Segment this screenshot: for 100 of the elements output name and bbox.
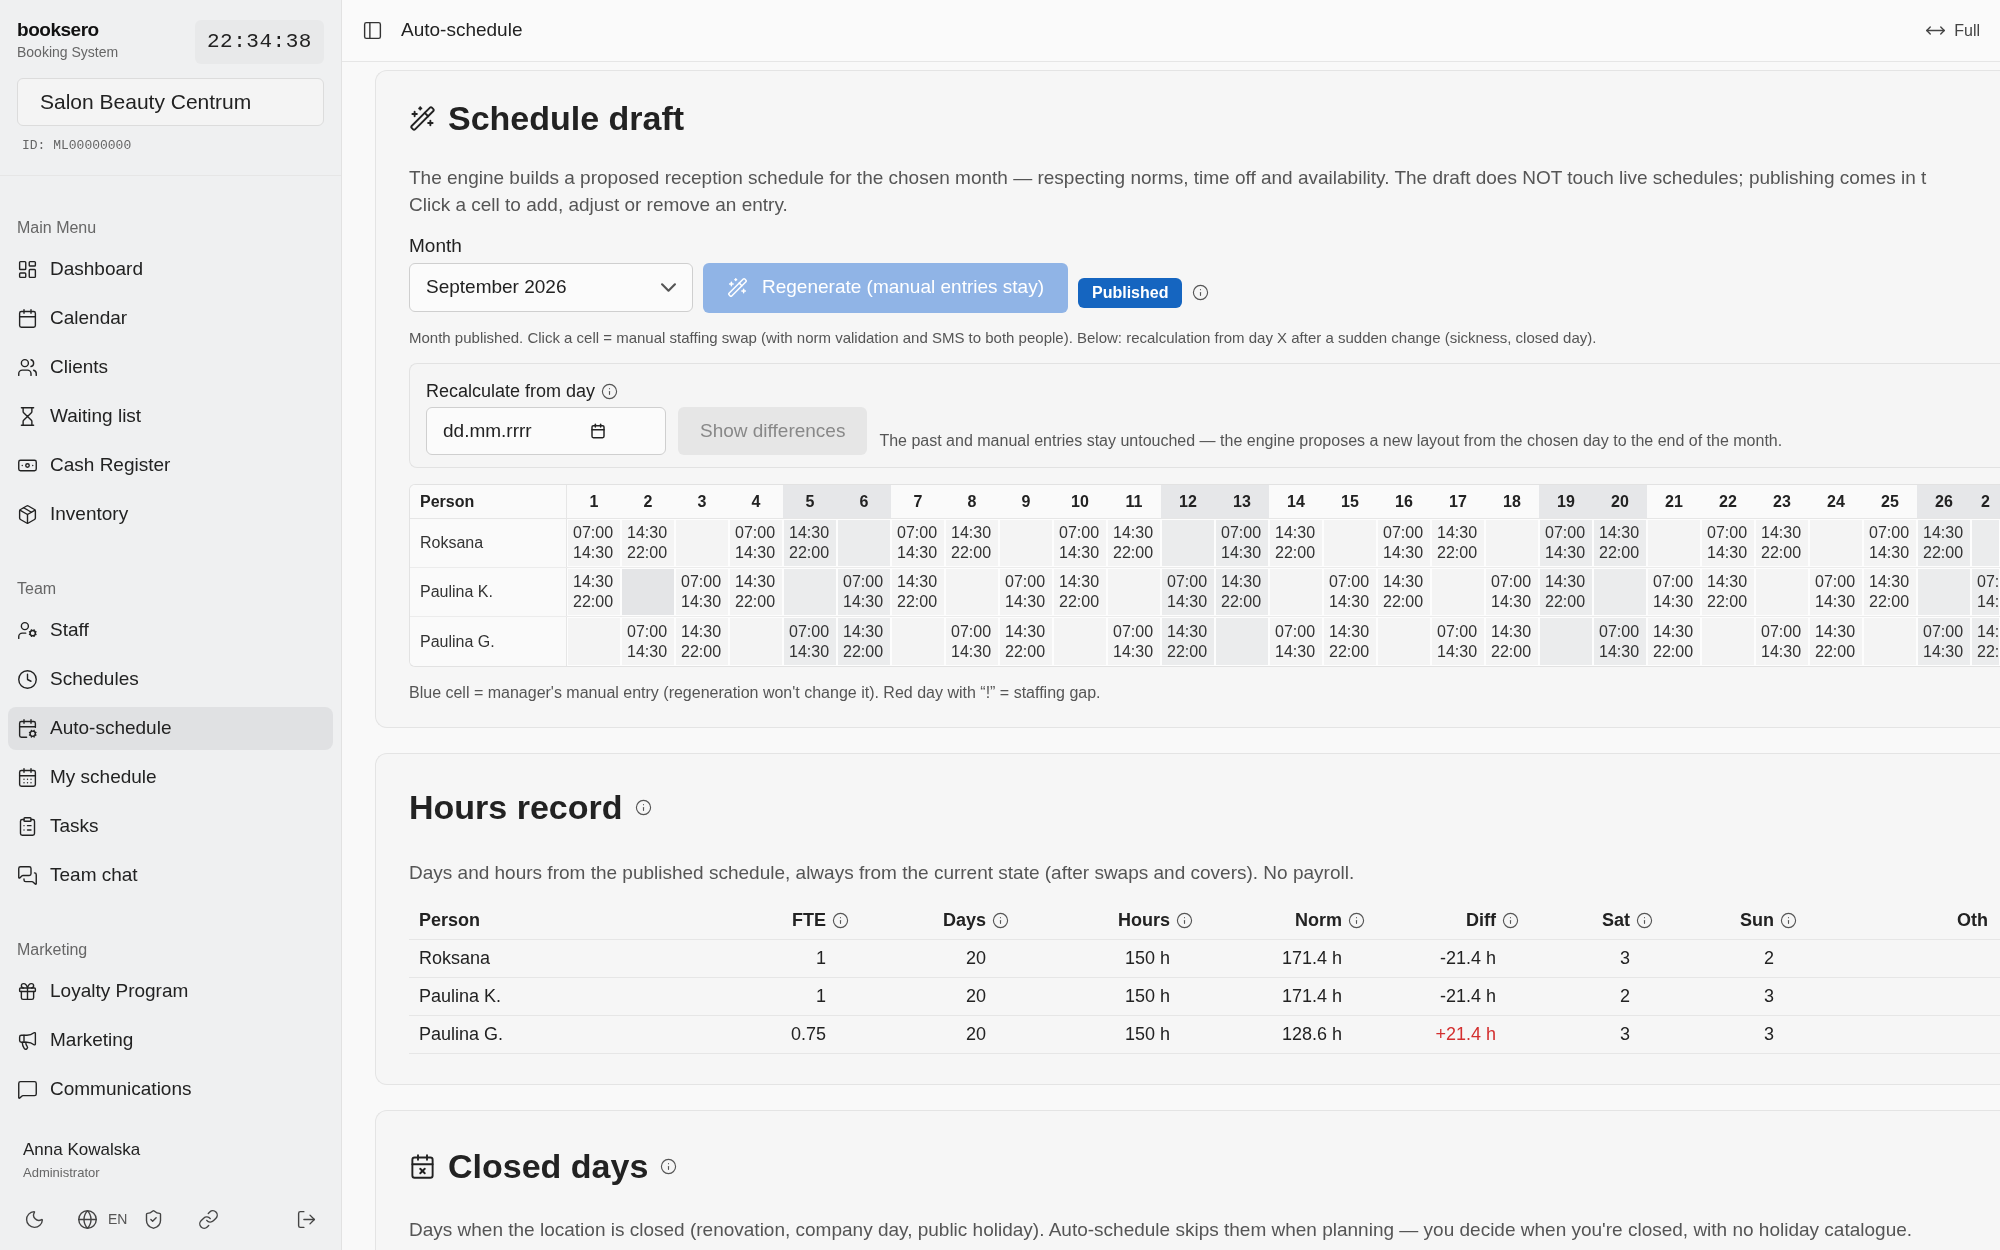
shift-cell[interactable]: 14: 22: [1971, 617, 2000, 666]
info-icon[interactable] [1176, 911, 1193, 929]
nav-item[interactable]: Marketing [8, 1019, 333, 1062]
shift-cell[interactable]: 07:00 14:30 [783, 617, 837, 666]
shift-cell[interactable]: 07:00 14:30 [1053, 519, 1107, 567]
section-heading: Team [16, 579, 58, 599]
info-icon[interactable] [660, 1157, 678, 1175]
full-width-button[interactable]: Full [1925, 18, 1980, 43]
calendar-icon [17, 308, 38, 329]
shift-cell[interactable]: 14:30 22:00 [1593, 519, 1647, 567]
shift-cell[interactable]: 14:30 22:00 [1485, 617, 1539, 666]
shift-cell[interactable]: 14:30 22:00 [1053, 568, 1107, 616]
nav-item[interactable]: Dashboard [8, 248, 333, 291]
shift-cell[interactable]: 07:00 14:30 [1485, 568, 1539, 616]
shift-cell[interactable]: 14:30 22:00 [1701, 568, 1755, 616]
calendar-icon[interactable] [590, 423, 606, 439]
shift-cell[interactable]: 14:30 22:00 [1917, 519, 1971, 567]
shift-cell[interactable]: 07:00 14:30 [945, 617, 999, 666]
nav-item[interactable]: Calendar [8, 297, 333, 340]
nav-item[interactable]: Schedules [8, 658, 333, 701]
table-cell-text: 150 h [1124, 946, 1170, 970]
shift-cell[interactable]: 07:00 14:30 [1647, 568, 1701, 616]
info-icon[interactable] [992, 911, 1009, 929]
theme-toggle-icon[interactable] [24, 1208, 45, 1230]
shift-cell[interactable]: 14:30 22:00 [945, 519, 999, 567]
logout-icon[interactable] [296, 1208, 317, 1230]
month-select[interactable]: September 2026 [409, 263, 693, 312]
nav-item[interactable]: Loyalty Program [8, 970, 333, 1013]
shift-cell[interactable]: 14:30 22:00 [1161, 617, 1215, 666]
shift-cell[interactable]: 14:30 22:00 [567, 568, 621, 616]
info-icon[interactable] [634, 799, 652, 816]
shift-cell[interactable]: 07:00 14:30 [837, 568, 891, 616]
nav-item[interactable]: Communications [8, 1068, 333, 1111]
shift-cell[interactable]: 14:30 22:00 [1863, 568, 1917, 616]
magic-wand-icon [409, 105, 436, 132]
shift-cell[interactable]: 14:30 22:00 [1647, 617, 1701, 666]
table-cell-text: 3 [1764, 1022, 1774, 1046]
nav-item[interactable]: Tasks [8, 805, 333, 848]
shift-cell[interactable]: 07:00 14:30 [621, 617, 675, 666]
shift-cell[interactable]: 07:00 14:30 [1269, 617, 1323, 666]
shift-cell[interactable]: 07:00 14:30 [1701, 519, 1755, 567]
shift-cell[interactable]: 14:30 22:00 [891, 568, 945, 616]
shift-cell[interactable]: 14:30 22:00 [729, 568, 783, 616]
nav-item[interactable]: My schedule [8, 756, 333, 799]
shift-cell[interactable]: 07:00 14:30 [999, 568, 1053, 616]
info-icon[interactable] [832, 911, 849, 929]
shift-cell[interactable]: 07:00 14:30 [1107, 617, 1161, 666]
info-icon[interactable] [1636, 911, 1653, 929]
shift-cell[interactable]: 14:30 22:00 [1755, 519, 1809, 567]
globe-icon[interactable] [77, 1208, 98, 1230]
shift-cell[interactable]: 14:30 22:00 [999, 617, 1053, 666]
shift-cell[interactable]: 14:30 22:00 [1269, 519, 1323, 567]
table-cell-text: 128.6 h [1281, 1022, 1342, 1046]
nav-item[interactable]: Auto-schedule [8, 707, 333, 750]
date-field[interactable]: dd.mm.rrrr [426, 407, 666, 455]
shift-cell[interactable]: 14:30 22:00 [1215, 568, 1269, 616]
shift-cell[interactable]: 14:30 22:00 [1431, 519, 1485, 567]
shift-cell[interactable]: 14:30 22:00 [1377, 568, 1431, 616]
info-icon[interactable] [601, 383, 619, 400]
info-icon[interactable] [1780, 911, 1797, 929]
shift-cell[interactable]: 07:00 14:30 [567, 519, 621, 567]
nav-item[interactable]: Inventory [8, 493, 333, 536]
shift-cell[interactable]: 07:00 14:30 [1593, 617, 1647, 666]
nav-item[interactable]: Team chat [8, 854, 333, 897]
shift-cell[interactable]: 14:30 22:00 [1323, 617, 1377, 666]
shift-cell[interactable]: 07:00 14:30 [1539, 519, 1593, 567]
shift-cell[interactable]: 07:00 14:30 [891, 519, 945, 567]
shift-cell[interactable]: 07:00 14:30 [1863, 519, 1917, 567]
shift-cell[interactable]: 14:30 22:00 [837, 617, 891, 666]
shift-cell[interactable]: 07:00 14:30 [1917, 617, 1971, 666]
sidebar-toggle-icon[interactable] [362, 20, 383, 41]
salon-selector[interactable]: Salon Beauty Centrum [17, 77, 324, 126]
shift-cell[interactable]: 07:00 14:30 [675, 568, 729, 616]
shift-cell[interactable]: 07:00 14:30 [729, 519, 783, 567]
shift-cell[interactable]: 14:30 22:00 [1809, 617, 1863, 666]
shift-cell[interactable]: 14:30 22:00 [783, 519, 837, 567]
day-off-cell[interactable] [621, 568, 675, 616]
link-icon[interactable] [198, 1208, 220, 1230]
nav-item[interactable]: Staff [8, 609, 333, 652]
nav-item[interactable]: Waiting list [8, 395, 333, 438]
info-icon[interactable] [1192, 284, 1210, 301]
shift-cell[interactable]: 07:00 14:30 [1323, 568, 1377, 616]
shift-cell[interactable]: 14:30 22:00 [1107, 519, 1161, 567]
shift-cell[interactable]: 07:00 14:30 [1431, 617, 1485, 666]
shift-cell[interactable]: 14:30 22:00 [675, 617, 729, 666]
shift-cell[interactable]: 07:00 14:30 [1755, 617, 1809, 666]
shift-cell[interactable]: 14:30 22:00 [621, 519, 675, 567]
shift-cell[interactable]: 07:00 14:30 [1161, 568, 1215, 616]
package-icon [17, 504, 38, 525]
info-icon[interactable] [1502, 911, 1519, 929]
shift-cell[interactable]: 07: 14: [1971, 568, 2000, 616]
shift-cell[interactable]: 07:00 14:30 [1215, 519, 1269, 567]
shift-cell[interactable]: 07:00 14:30 [1809, 568, 1863, 616]
column-header: Days [849, 901, 1009, 939]
nav-item[interactable]: Clients [8, 346, 333, 389]
nav-item[interactable]: Cash Register [8, 444, 333, 487]
info-icon[interactable] [1348, 911, 1365, 929]
language-label[interactable]: EN [108, 1208, 128, 1230]
shift-cell[interactable]: 07:00 14:30 [1377, 519, 1431, 567]
shift-cell[interactable]: 14:30 22:00 [1539, 568, 1593, 616]
